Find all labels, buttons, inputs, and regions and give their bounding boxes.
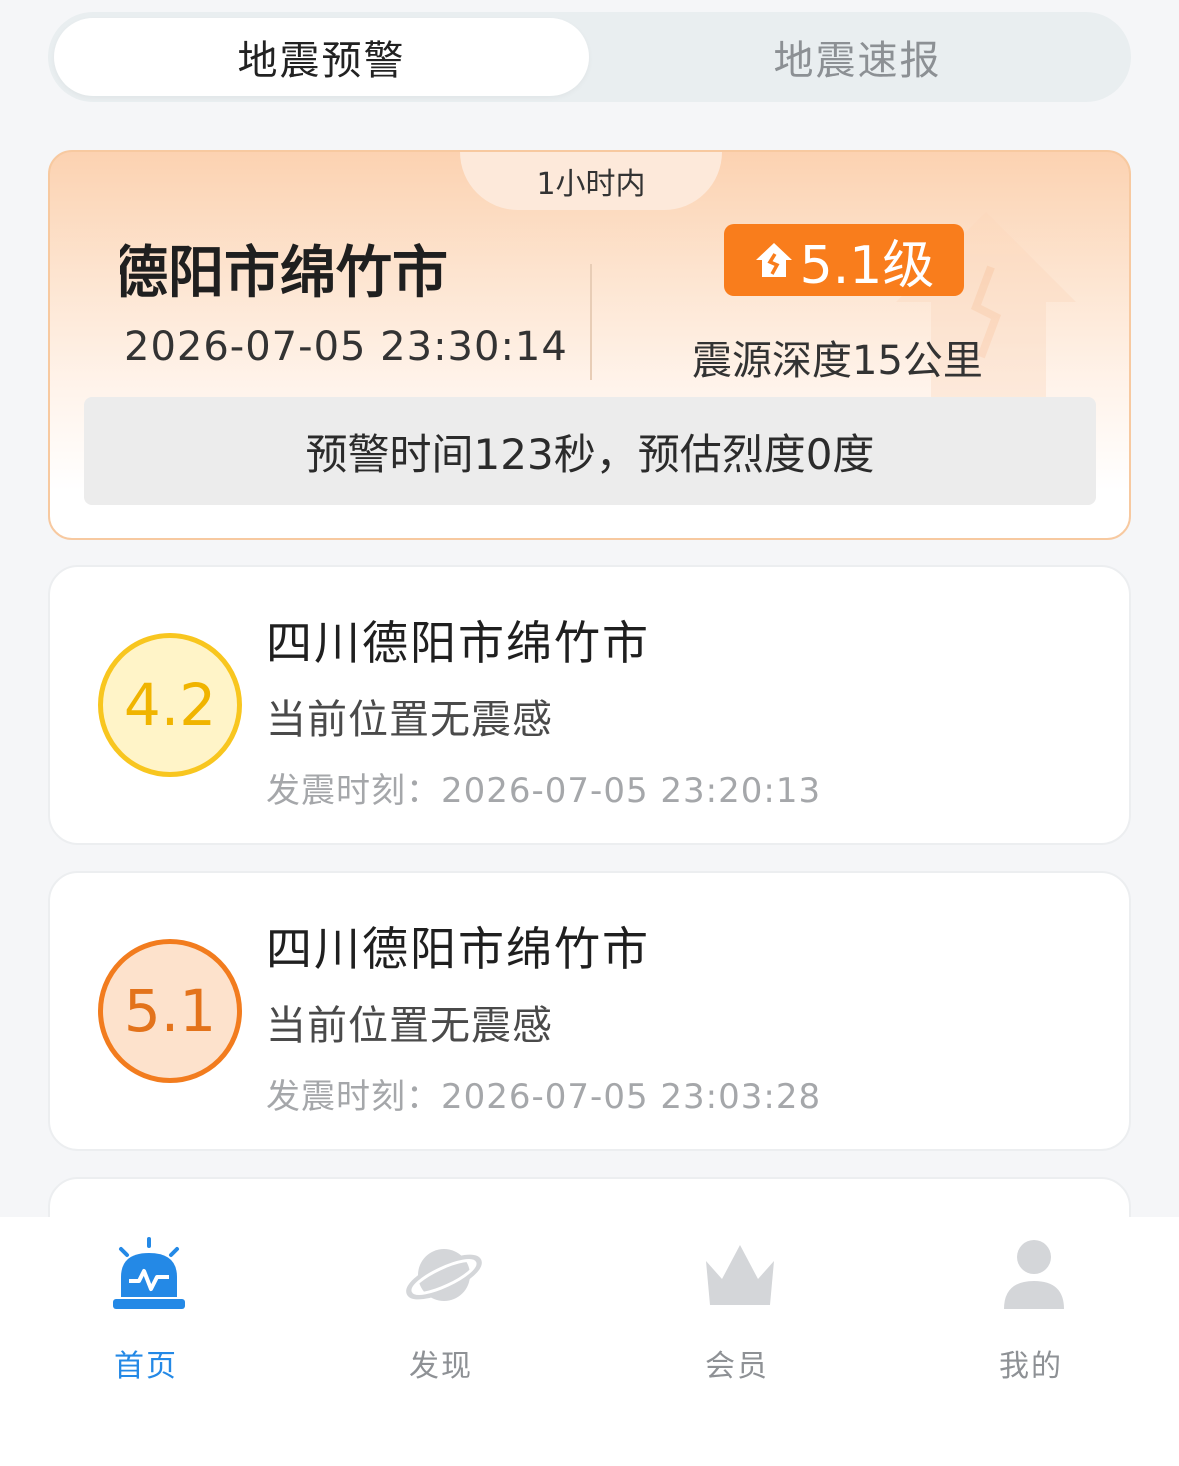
- tab-earthquake-report[interactable]: 地震速报: [590, 18, 1125, 96]
- quake-location: 四川德阳市绵竹市: [266, 922, 650, 976]
- planet-icon: [406, 1249, 482, 1301]
- nav-discover-label: 发现: [409, 1349, 473, 1384]
- location-marquee: 四川德阳市绵竹市: [120, 228, 572, 298]
- depth-text: 震源深度15公里: [692, 338, 983, 384]
- user-icon: [1004, 1240, 1064, 1309]
- tab-earthquake-warning[interactable]: 地震预警: [54, 18, 589, 96]
- nav-member[interactable]: 会员: [657, 1237, 817, 1384]
- bottom-nav: 首页 发现 会员 我的: [0, 1217, 1179, 1466]
- divider: [590, 264, 592, 380]
- alarm-icon: [113, 1237, 185, 1309]
- quake-feel: 当前位置无震感: [266, 1003, 553, 1049]
- magnitude-value: 5.1级: [799, 235, 935, 296]
- magnitude-badge: 5.1级: [724, 224, 964, 296]
- quake-time: 发震时刻：2026-07-05 23:20:13: [266, 771, 822, 811]
- quake-location: 四川德阳市绵竹市: [266, 616, 650, 670]
- nav-profile-label: 我的: [999, 1349, 1063, 1384]
- warning-summary: 预警时间123秒，预估烈度0度: [84, 397, 1096, 505]
- list-item[interactable]: 4.2 四川德阳市绵竹市 当前位置无震感 发震时刻：2026-07-05 23:…: [48, 565, 1131, 845]
- nav-profile[interactable]: 我的: [951, 1237, 1111, 1384]
- nav-member-label: 会员: [705, 1349, 769, 1384]
- nav-home[interactable]: 首页: [66, 1237, 226, 1384]
- crown-icon: [706, 1245, 774, 1305]
- magnitude-circle: 4.2: [98, 633, 242, 777]
- tab-switcher: 地震预警 地震速报: [48, 12, 1131, 102]
- earthquake-page: 地震预警 地震速报 1小时内 四川德阳市绵竹市 2026-07-05 23:30…: [0, 0, 1179, 1466]
- nav-discover[interactable]: 发现: [361, 1237, 521, 1384]
- warning-time: 2026-07-05 23:30:14: [124, 324, 568, 370]
- nav-home-label: 首页: [114, 1349, 178, 1384]
- house-crack-icon: [755, 243, 792, 277]
- quake-feel: 当前位置无震感: [266, 697, 553, 743]
- period-label: 1小时内: [460, 152, 722, 210]
- warning-location: 四川德阳市绵竹市: [120, 241, 448, 298]
- warning-card[interactable]: 1小时内 四川德阳市绵竹市 2026-07-05 23:30:14 5.1级 震…: [48, 150, 1131, 540]
- list-item[interactable]: 5.1 四川德阳市绵竹市 当前位置无震感 发震时刻：2026-07-05 23:…: [48, 871, 1131, 1151]
- magnitude-circle: 5.1: [98, 939, 242, 1083]
- quake-time: 发震时刻：2026-07-05 23:03:28: [266, 1077, 822, 1117]
